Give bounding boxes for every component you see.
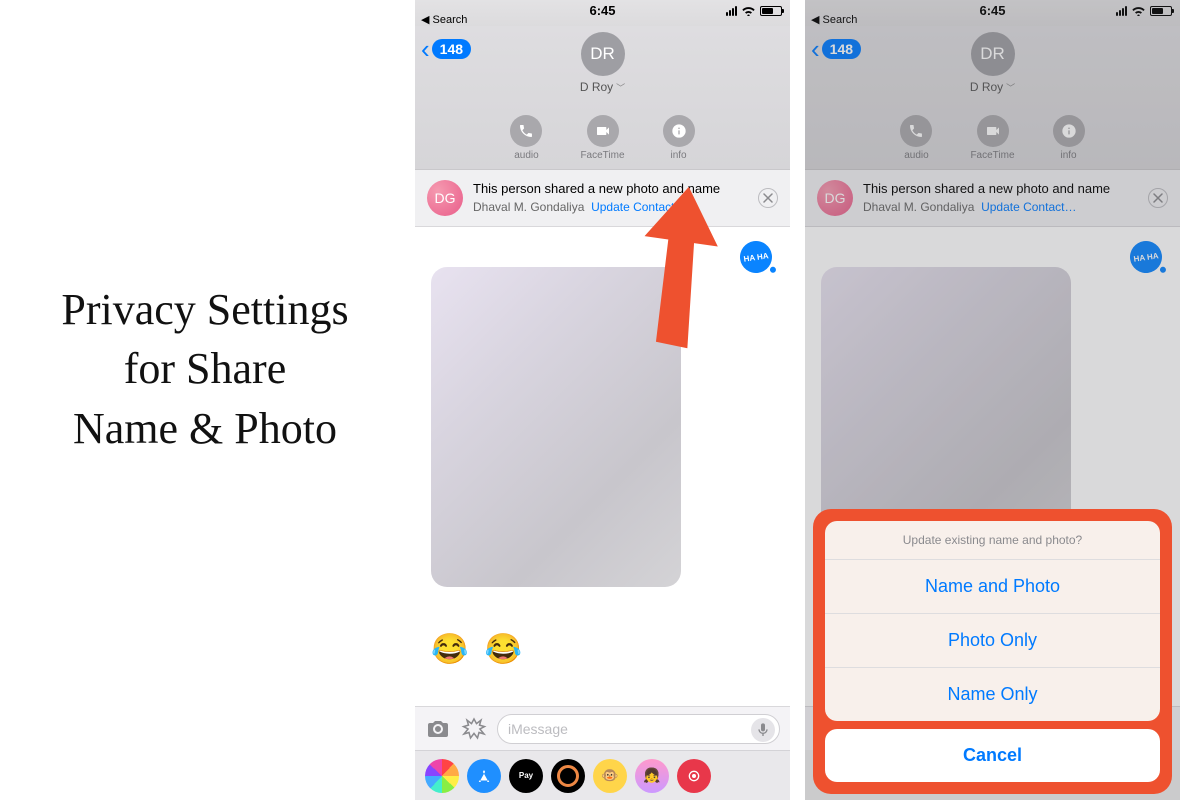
phone-screenshot-left: 6:45 ◀ Search ‹ 148 DR D Roy﹀ audio [415, 0, 790, 800]
message-input[interactable]: iMessage [497, 714, 780, 744]
shared-photo-banner: DG This person shared a new photo and na… [415, 170, 790, 227]
contact-actions: audio FaceTime info [415, 115, 790, 161]
info-icon [663, 115, 695, 147]
action-sheet: Update existing name and photo? Name and… [825, 521, 1160, 721]
chevron-left-icon: ‹ [421, 36, 430, 62]
status-icons [726, 5, 782, 16]
imessage-app-strip[interactable]: Pay 🐵 👧 [415, 750, 790, 800]
camera-button[interactable] [425, 716, 451, 742]
annotation-highlight-box: Update existing name and photo? Name and… [813, 509, 1172, 794]
audio-call-button[interactable]: audio [510, 115, 542, 161]
conversation-header: ‹ 148 DR D Roy﹀ audio FaceTime [415, 26, 790, 170]
activity-app-icon[interactable] [551, 759, 585, 793]
status-time: 6:45 [589, 3, 615, 18]
wifi-icon [741, 5, 756, 16]
phone-icon [510, 115, 542, 147]
dismiss-banner-button[interactable] [758, 188, 778, 208]
page-heading: Privacy Settings for Share Name & Photo [0, 280, 410, 458]
banner-title: This person shared a new photo and name [473, 181, 748, 197]
app-drawer-button[interactable] [461, 716, 487, 742]
sheet-option-name-and-photo[interactable]: Name and Photo [825, 560, 1160, 614]
banner-subtitle: Dhaval M. Gondaliya Update Contact… [473, 200, 748, 215]
heading-line: Privacy Settings [0, 280, 410, 339]
contact-name[interactable]: D Roy﹀ [580, 80, 625, 94]
sheet-option-name-only[interactable]: Name Only [825, 668, 1160, 721]
photos-app-icon[interactable] [425, 759, 459, 793]
facetime-button[interactable]: FaceTime [580, 115, 624, 161]
heading-line: for Share [0, 339, 410, 398]
cell-signal-icon [726, 6, 737, 16]
contact-avatar[interactable]: DR [581, 32, 625, 76]
phone-screenshot-right: 6:45 ◀ Search ‹ 148 DR D Roy﹀ audio Face [805, 0, 1180, 800]
action-sheet-title: Update existing name and photo? [825, 521, 1160, 560]
status-bar: 6:45 ◀ Search [415, 0, 790, 26]
voice-record-button[interactable] [751, 718, 775, 742]
animoji-app-icon[interactable]: 🐵 [593, 759, 627, 793]
memoji-app-icon[interactable]: 👧 [635, 759, 669, 793]
shared-avatar: DG [427, 180, 463, 216]
digital-touch-app-icon[interactable] [677, 759, 711, 793]
haha-reaction[interactable]: HA HA [738, 239, 774, 275]
video-icon [587, 115, 619, 147]
chevron-down-icon: ﹀ [616, 81, 625, 94]
apple-pay-app-icon[interactable]: Pay [509, 759, 543, 793]
received-emoji-message[interactable]: 😂 😂 [431, 632, 526, 667]
heading-line: Name & Photo [0, 399, 410, 458]
input-placeholder: iMessage [508, 721, 568, 737]
message-input-row: iMessage [415, 706, 790, 750]
info-button[interactable]: info [663, 115, 695, 161]
received-image-message[interactable] [431, 267, 681, 587]
status-back-to-app[interactable]: ◀ Search [421, 13, 467, 26]
back-button[interactable]: ‹ 148 [421, 36, 471, 62]
unread-badge: 148 [432, 39, 471, 59]
sheet-option-photo-only[interactable]: Photo Only [825, 614, 1160, 668]
sheet-cancel-button[interactable]: Cancel [825, 729, 1160, 782]
appstore-app-icon[interactable] [467, 759, 501, 793]
battery-icon [760, 6, 782, 16]
banner-text: This person shared a new photo and name … [473, 181, 748, 214]
update-contact-link[interactable]: Update Contact… [591, 200, 686, 214]
chat-area[interactable]: HA HA 😂 😂 [415, 227, 790, 707]
